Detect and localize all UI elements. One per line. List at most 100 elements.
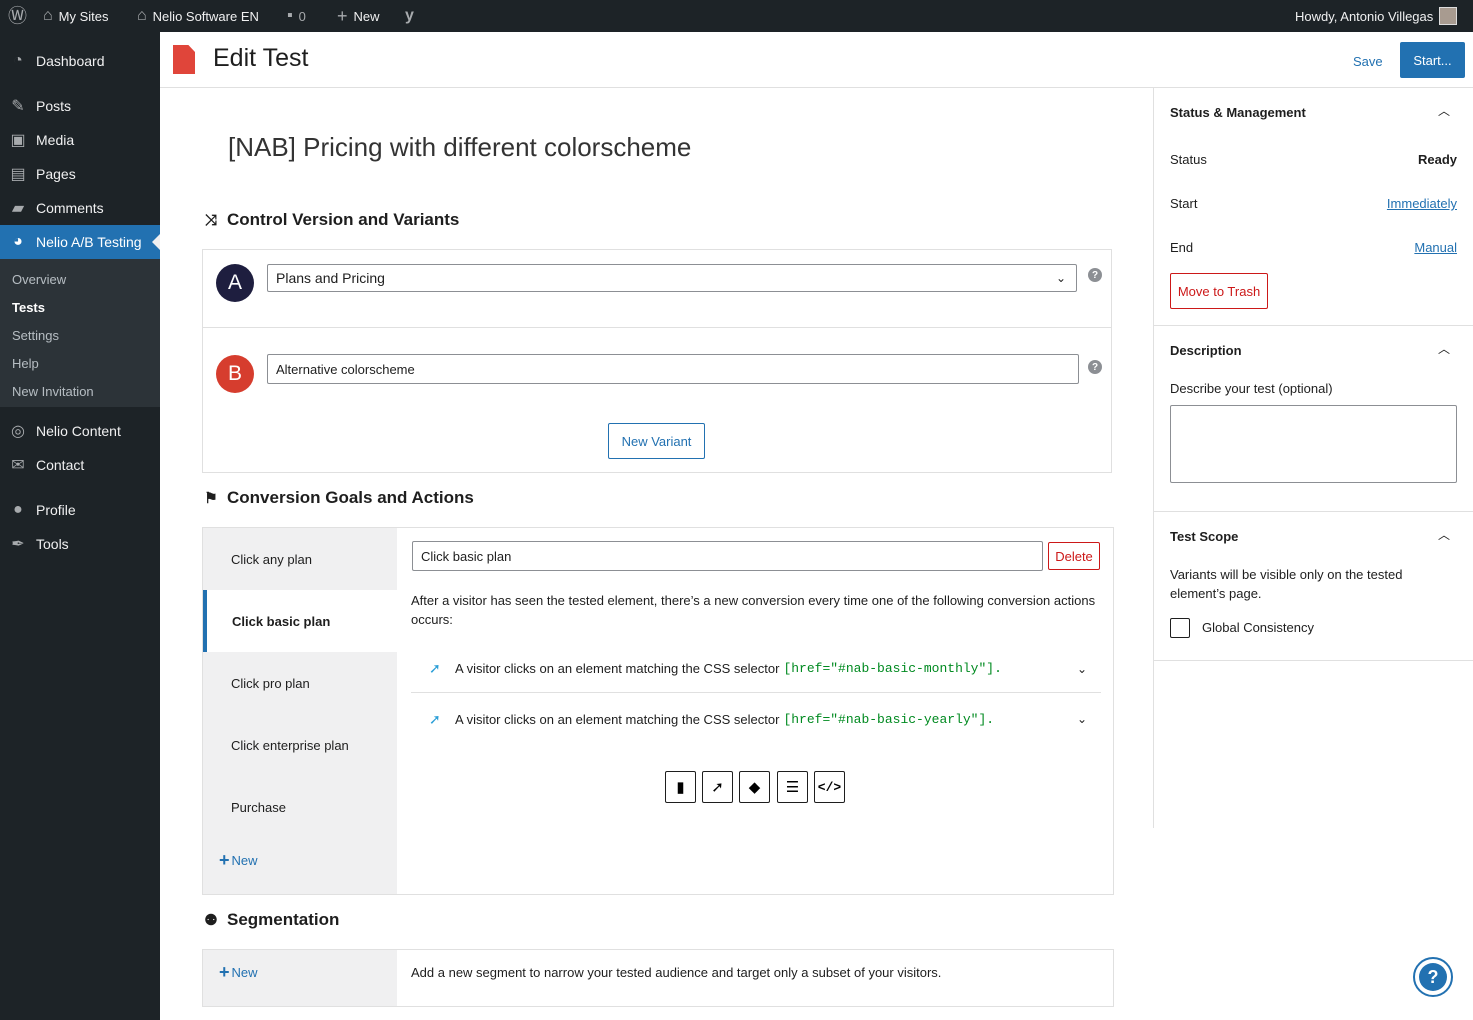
plus-icon: + xyxy=(337,6,348,26)
sidebar-item-tools[interactable]: ✒ Tools xyxy=(0,527,160,561)
goal-item[interactable]: Click any plan xyxy=(203,528,397,590)
sidebar-item-posts[interactable]: ✎ Posts xyxy=(0,89,160,123)
css-selector: [href="#nab-basic-yearly"]. xyxy=(783,711,995,727)
goal-name-input[interactable]: Click basic plan xyxy=(412,541,1043,571)
divider xyxy=(203,327,1111,328)
status-value: Ready xyxy=(1417,152,1457,167)
cursor-icon: ➚ xyxy=(429,710,441,727)
goal-item[interactable]: Purchase xyxy=(203,776,397,838)
page-view-action-icon[interactable]: ▮ xyxy=(665,771,696,803)
delete-goal-button[interactable]: Delete xyxy=(1048,542,1100,570)
nelio-submenu: Overview Tests Settings Help New Invitat… xyxy=(0,259,160,407)
global-consistency-label[interactable]: Global Consistency xyxy=(1202,620,1314,635)
chevron-up-icon[interactable]: ︿ xyxy=(1438,102,1450,119)
pages-icon: ▤ xyxy=(10,166,26,183)
admin-sidebar: ◔ Dashboard ✎ Posts ▣ Media ▤ Pages ▰ Comment… xyxy=(0,32,160,1020)
plus-icon: + xyxy=(219,962,230,982)
segmentation-section-heading: ⚉ Segmentation xyxy=(204,910,340,929)
avatar xyxy=(1439,7,1458,25)
account-menu[interactable]: Howdy, Antonio Villegas xyxy=(1295,0,1458,32)
chevron-down-icon[interactable]: ⌄ xyxy=(1077,712,1087,726)
document-icon xyxy=(173,45,195,74)
submenu-tests[interactable]: Tests xyxy=(12,300,45,315)
help-beacon-button[interactable]: ? xyxy=(1413,957,1453,997)
flag-icon: ⚑ xyxy=(204,490,218,507)
submenu-new-invitation[interactable]: New Invitation xyxy=(12,384,94,399)
end-label: End xyxy=(1170,240,1194,255)
divider xyxy=(1154,660,1473,661)
sidebar-item-nelio-ab-testing[interactable]: ◕ Nelio A/B Testing xyxy=(0,225,160,259)
cursor-icon: ➚ xyxy=(429,660,441,676)
conversion-action-row[interactable]: ➚ A visitor clicks on an element matchin… xyxy=(411,645,1101,693)
wordpress-logo-icon[interactable]: Ⓦ xyxy=(8,0,27,32)
help-icon[interactable]: ? xyxy=(1088,268,1102,282)
plus-icon: + xyxy=(219,850,230,870)
submenu-overview[interactable]: Overview xyxy=(12,272,66,287)
home-icon: ⌂ xyxy=(137,7,147,24)
move-to-trash-button[interactable]: Move to Trash xyxy=(1170,273,1268,309)
css-selector: [href="#nab-basic-monthly"]. xyxy=(783,661,1002,676)
description-heading[interactable]: Description xyxy=(1170,343,1242,358)
help-icon[interactable]: ? xyxy=(1088,360,1102,374)
goal-item[interactable]: Click enterprise plan xyxy=(203,714,397,776)
sidebar-item-profile[interactable]: ● Profile xyxy=(0,493,160,527)
shuffle-icon: ⤨ xyxy=(204,211,217,229)
comment-icon: ▰ xyxy=(11,200,25,217)
test-scope-text: Variants will be visible only on the tes… xyxy=(1170,567,1403,601)
end-value-link[interactable]: Manual xyxy=(1414,240,1457,255)
click-action-icon[interactable]: ➚ xyxy=(702,771,733,803)
new-variant-button[interactable]: New Variant xyxy=(608,423,705,459)
new-segment-button[interactable]: + New xyxy=(219,962,258,983)
user-icon: ● xyxy=(13,501,23,518)
comment-icon: ▪ xyxy=(287,7,293,24)
variant-a-badge: A xyxy=(216,264,254,302)
sidebar-item-pages[interactable]: ▤ Pages xyxy=(0,157,160,191)
test-scope-heading[interactable]: Test Scope xyxy=(1170,529,1238,544)
goal-item-selected[interactable]: Click basic plan xyxy=(203,590,397,652)
conversion-action-row[interactable]: ➚ A visitor clicks on an element matchin… xyxy=(411,696,1101,742)
chevron-down-icon[interactable]: ⌄ xyxy=(1077,662,1087,676)
submenu-settings[interactable]: Settings xyxy=(12,328,59,343)
chevron-up-icon[interactable]: ︿ xyxy=(1438,340,1450,357)
comments-link[interactable]: ▪ 0 xyxy=(287,0,306,32)
variants-section-heading: ⤨ Control Version and Variants xyxy=(204,210,460,229)
sidebar-item-contact[interactable]: ✉ Contact xyxy=(0,448,160,482)
mail-icon: ✉ xyxy=(11,457,25,474)
chevron-up-icon[interactable]: ︿ xyxy=(1438,526,1450,543)
page-title: Edit Test xyxy=(213,44,309,72)
sidebar-item-dashboard[interactable]: ◔ Dashboard xyxy=(0,44,160,78)
start-button[interactable]: Start... xyxy=(1400,42,1465,78)
custom-code-action-icon[interactable]: </> xyxy=(814,771,845,803)
goal-item[interactable]: Click pro plan xyxy=(203,652,397,714)
test-name-input[interactable]: [NAB] Pricing with different colorscheme xyxy=(228,132,691,163)
control-select[interactable]: Plans and Pricing ⌄ xyxy=(267,264,1077,292)
editor-header xyxy=(160,32,1473,88)
nelio-icon: ◕ xyxy=(13,233,23,250)
description-label: Describe your test (optional) xyxy=(1170,381,1333,396)
start-value-link[interactable]: Immediately xyxy=(1387,196,1457,211)
new-goal-button[interactable]: + New xyxy=(219,850,258,871)
my-sites-link[interactable]: ⌂ My Sites xyxy=(43,0,109,32)
form-submit-action-icon[interactable]: ☰ xyxy=(777,771,808,803)
yoast-icon[interactable]: y xyxy=(405,0,414,32)
global-consistency-checkbox[interactable] xyxy=(1170,618,1190,638)
save-button[interactable]: Save xyxy=(1345,45,1391,77)
sidebar-item-comments[interactable]: ▰ Comments xyxy=(0,191,160,225)
sidebar-item-nelio-content[interactable]: ◎ Nelio Content xyxy=(0,414,160,448)
site-name-link[interactable]: ⌂ Nelio Software EN xyxy=(137,0,259,32)
status-label: Status xyxy=(1170,152,1207,167)
admin-bar: Ⓦ ⌂ My Sites ⌂ Nelio Software EN ▪ 0 + New y… xyxy=(0,0,1473,32)
description-textarea[interactable] xyxy=(1170,405,1457,483)
sidebar-item-media[interactable]: ▣ Media xyxy=(0,123,160,157)
external-click-action-icon[interactable]: ◆ xyxy=(739,771,770,803)
dashboard-icon: ◔ xyxy=(13,52,23,69)
media-icon: ▣ xyxy=(10,132,26,149)
goals-section-heading: ⚑ Conversion Goals and Actions xyxy=(204,488,474,507)
status-management-heading[interactable]: Status & Management xyxy=(1170,105,1306,120)
segmentation-description: Add a new segment to narrow your tested … xyxy=(411,965,942,980)
new-content-link[interactable]: + New xyxy=(337,0,380,32)
submenu-help[interactable]: Help xyxy=(12,356,39,371)
divider xyxy=(1154,325,1473,326)
variant-b-name-input[interactable]: Alternative colorscheme xyxy=(267,354,1079,384)
sites-icon: ⌂ xyxy=(43,7,53,24)
